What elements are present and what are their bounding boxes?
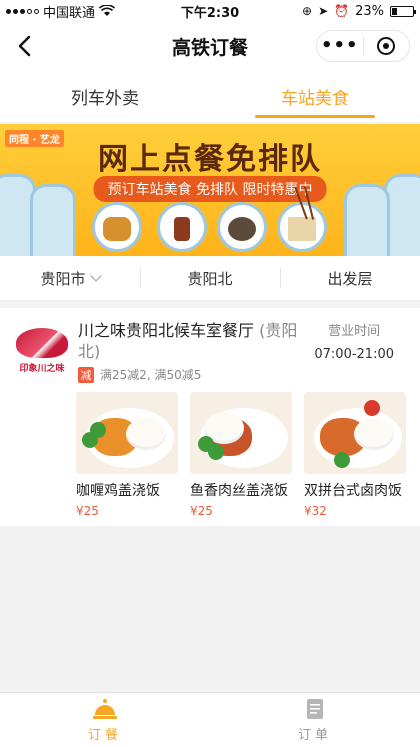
bottom-tab-bar: 订餐 订单: [0, 692, 420, 747]
business-hours: 营业时间 07:00-21:00: [314, 324, 394, 362]
promo-banner[interactable]: 同程 · 艺龙 网上点餐免排队 预订车站美食 免排队 限时特惠中: [0, 124, 420, 256]
carrier-label: 中国联通: [43, 5, 96, 21]
top-tabs: 列车外卖 车站美食: [0, 70, 420, 122]
more-button[interactable]: •••: [317, 31, 363, 61]
back-button[interactable]: [10, 32, 38, 60]
tab-station-food[interactable]: 车站美食: [210, 70, 420, 122]
tabbar-order-food-label: 订餐: [87, 727, 122, 743]
chevron-left-icon: [18, 35, 31, 57]
wifi-icon: [99, 5, 116, 16]
dish-price: ¥32: [304, 504, 327, 518]
tab-train-delivery[interactable]: 列车外卖: [0, 70, 210, 122]
station-filter[interactable]: 贵阳北: [140, 256, 280, 300]
floor-filter[interactable]: 出发层: [280, 256, 420, 300]
station-filter-label: 贵阳北: [187, 269, 233, 288]
restaurant-name: 川之味贵阳北候车室餐厅 (贵阳北): [78, 321, 298, 361]
dish-image: [304, 392, 406, 474]
dish-item[interactable]: 咖喱鸡盖浇饭 ¥25: [76, 392, 178, 518]
restaurant-logo: 印象川之味: [16, 328, 68, 374]
battery-percent: 23%: [355, 3, 384, 19]
dish-list: 咖喱鸡盖浇饭 ¥25 鱼香肉丝盖浇饭 ¥25 双拼台式卤肉饭 ¥32: [76, 392, 406, 518]
floor-filter-label: 出发层: [327, 269, 373, 288]
dish-price: ¥25: [76, 504, 99, 518]
status-time: 下午2:30: [180, 5, 240, 21]
battery-icon: [390, 5, 416, 17]
dish-item[interactable]: 鱼香肉丝盖浇饭 ¥25: [190, 392, 292, 518]
status-bar: 中国联通 下午2:30 ⊕ ➤ ⏰ 23%: [0, 0, 420, 22]
discount-badge: 减: [78, 366, 94, 383]
more-icon: •••: [320, 35, 359, 56]
tabbar-orders[interactable]: 订单: [210, 693, 420, 747]
dish-image: [76, 392, 178, 474]
orientation-lock-icon: ⊕: [302, 4, 313, 18]
drink-icon: [157, 202, 207, 252]
dish-name: 鱼香肉丝盖浇饭: [190, 483, 288, 499]
page-title: 高铁订餐: [171, 36, 248, 59]
order-list-icon: [307, 698, 323, 719]
nav-bar: 高铁订餐 •••: [0, 22, 420, 70]
service-bell-icon: [93, 698, 117, 719]
mini-program-capsule: •••: [316, 30, 410, 62]
banner-headline: 网上点餐免排队: [98, 142, 322, 177]
dish-name: 咖喱鸡盖浇饭: [76, 483, 160, 499]
chevron-down-icon: [89, 270, 102, 282]
filter-bar: 贵阳市 贵阳北 出发层: [0, 256, 420, 301]
promo-row: 减 满25减2, 满50减5: [78, 366, 201, 383]
target-icon: [377, 37, 396, 55]
tabbar-order-food[interactable]: 订餐: [0, 693, 210, 747]
banner-subline: 预订车站美食 免排队 限时特惠中: [93, 176, 327, 202]
city-filter[interactable]: 贵阳市: [0, 256, 140, 300]
dish-name: 双拼台式卤肉饭: [304, 483, 402, 499]
promo-text: 满25减2, 满50减5: [100, 368, 202, 382]
city-filter-label: 贵阳市: [40, 269, 86, 288]
location-icon: ➤: [318, 4, 329, 18]
burger-icon: [92, 202, 142, 252]
noodle-bowl-icon: [217, 202, 267, 252]
tabbar-orders-label: 订单: [297, 727, 332, 743]
dish-price: ¥25: [190, 504, 213, 518]
close-mini-program-button[interactable]: [364, 31, 410, 61]
dish-image: [190, 392, 292, 474]
restaurant-card[interactable]: 印象川之味 川之味贵阳北候车室餐厅 (贵阳北) 营业时间 07:00-21:00…: [0, 308, 420, 526]
signal-icon: [6, 8, 39, 14]
alarm-icon: ⏰: [334, 4, 350, 18]
dish-item[interactable]: 双拼台式卤肉饭 ¥32: [304, 392, 406, 518]
